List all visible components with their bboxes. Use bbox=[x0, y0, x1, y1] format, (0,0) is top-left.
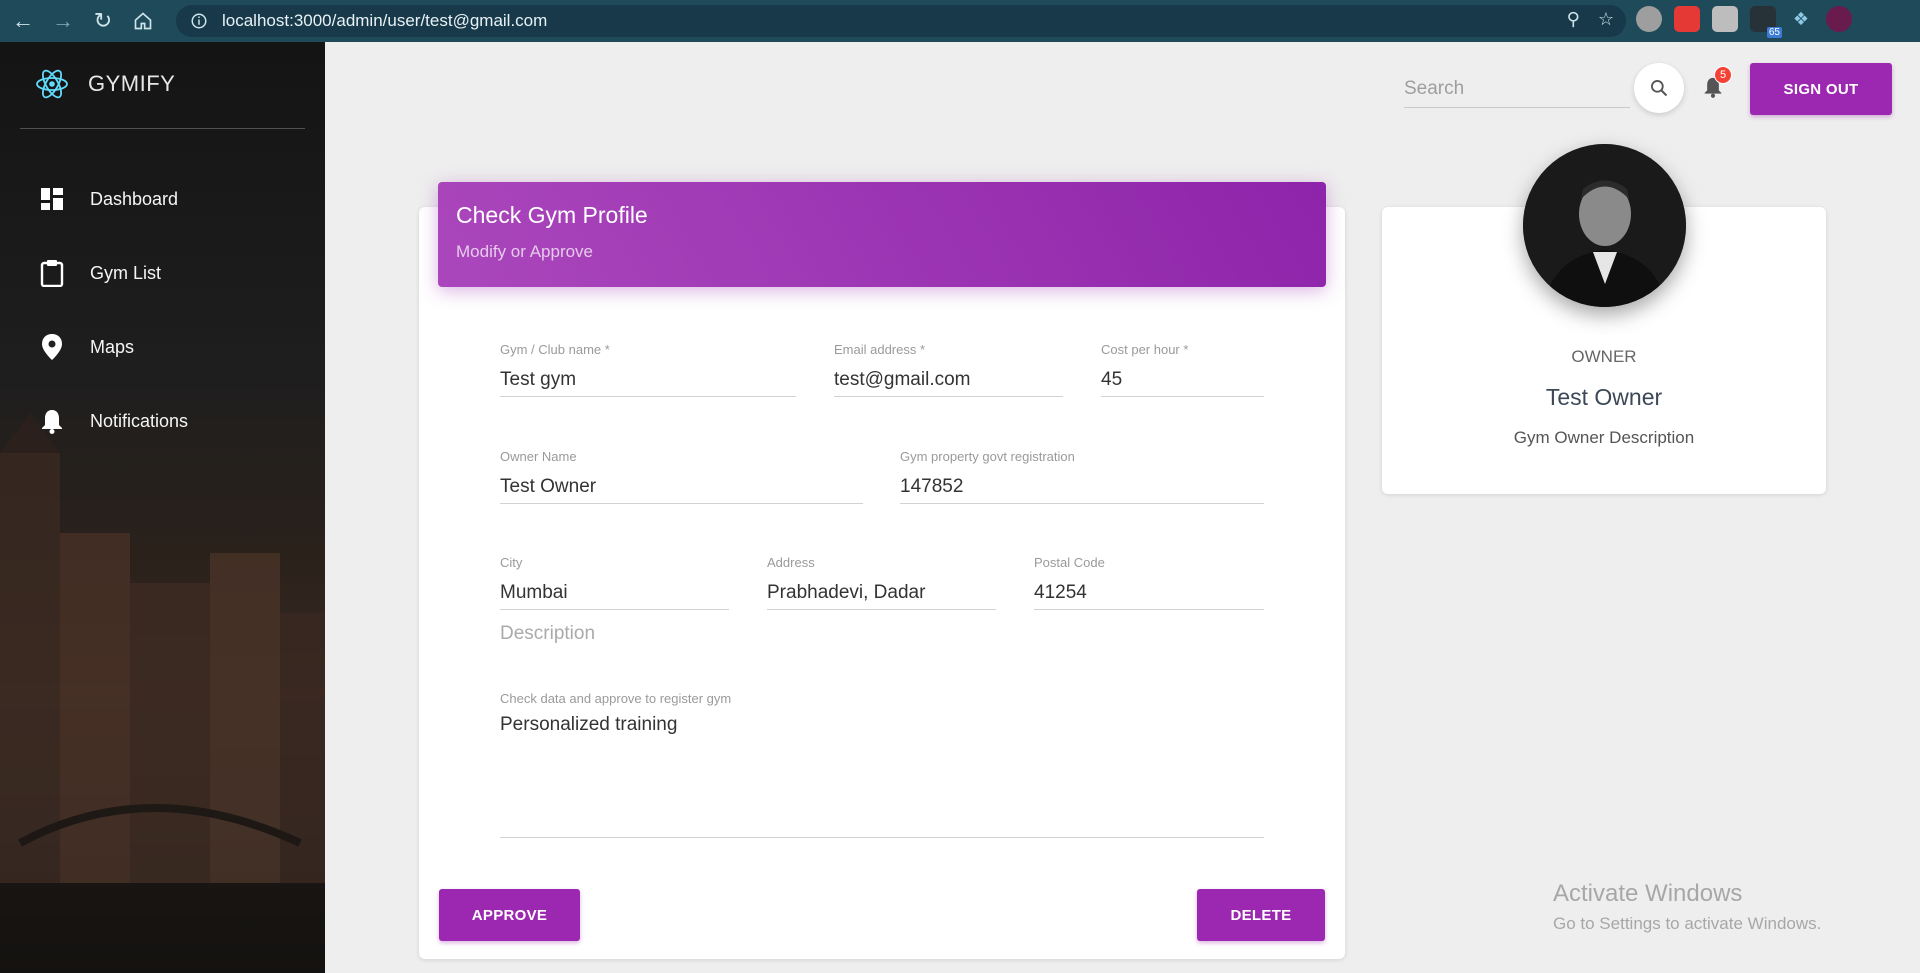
extension-circle-icon[interactable] bbox=[1636, 6, 1662, 32]
search-icon bbox=[1651, 80, 1668, 97]
owner-name-label: Owner Name bbox=[500, 449, 577, 464]
card-header: Check Gym Profile Modify or Approve bbox=[438, 182, 1326, 287]
url-text[interactable]: localhost:3000/admin/user/test@gmail.com bbox=[222, 11, 547, 31]
owner-name-input[interactable]: Test Owner bbox=[500, 472, 863, 504]
owner-name: Test Owner bbox=[1545, 384, 1663, 410]
search-input[interactable] bbox=[1404, 70, 1630, 107]
extension-gray-icon[interactable] bbox=[1712, 6, 1738, 32]
city-label: City bbox=[500, 555, 523, 570]
card-subtitle: Modify or Approve bbox=[456, 242, 594, 261]
extension-badge: 65 bbox=[1766, 27, 1782, 38]
sidebar-item-maps[interactable]: Maps bbox=[0, 310, 325, 384]
description-textarea[interactable]: Personalized training bbox=[500, 714, 1264, 838]
registration-field[interactable]: Gym property govt registration 147852 bbox=[900, 449, 1264, 504]
sidebar-menu: Dashboard Gym List Maps Notifications bbox=[0, 162, 325, 458]
gym-name-label: Gym / Club name * bbox=[500, 342, 610, 357]
postal-code-input[interactable]: 41254 bbox=[1034, 578, 1264, 610]
profile-avatar-icon[interactable] bbox=[1826, 6, 1852, 32]
search-button[interactable] bbox=[1634, 63, 1684, 113]
extension-red-icon[interactable] bbox=[1674, 6, 1700, 32]
email-field[interactable]: Email address * test@gmail.com bbox=[834, 342, 1063, 397]
registration-input[interactable]: 147852 bbox=[900, 472, 1264, 504]
city-field[interactable]: City Mumbai bbox=[500, 555, 729, 610]
brand-name: GYMIFY bbox=[88, 71, 176, 96]
description-label: Description bbox=[500, 623, 596, 644]
card-title: Check Gym Profile bbox=[456, 202, 648, 228]
sidebar-item-notifications[interactable]: Notifications bbox=[0, 384, 325, 458]
sidebar-background-image bbox=[0, 413, 325, 973]
sidebar-item-gym-list[interactable]: Gym List bbox=[0, 236, 325, 310]
textarea-label: Check data and approve to register gym bbox=[500, 691, 732, 706]
cost-label: Cost per hour * bbox=[1101, 342, 1189, 357]
gym-name-input[interactable]: Test gym bbox=[500, 365, 796, 397]
clipboard-icon bbox=[38, 259, 66, 287]
email-input[interactable]: test@gmail.com bbox=[834, 365, 1063, 397]
back-icon[interactable]: ← bbox=[6, 4, 40, 38]
registration-label: Gym property govt registration bbox=[900, 449, 1075, 464]
browser-toolbar: ← → ↻ localhost:3000/admin/user/test@gma… bbox=[0, 0, 1920, 42]
info-icon[interactable] bbox=[188, 10, 210, 32]
sidebar-item-label: Dashboard bbox=[90, 188, 179, 209]
sidebar-item-dashboard[interactable]: Dashboard bbox=[0, 162, 325, 236]
reload-icon[interactable]: ↻ bbox=[86, 4, 120, 38]
address-label: Address bbox=[767, 555, 815, 570]
city-input[interactable]: Mumbai bbox=[500, 578, 729, 610]
sidebar: GYMIFY Dashboard Gym List Maps Notificat bbox=[0, 42, 325, 973]
windows-watermark-subtitle: Go to Settings to activate Windows. bbox=[1553, 914, 1822, 933]
gym-name-field[interactable]: Gym / Club name * Test gym bbox=[500, 342, 796, 397]
forward-icon[interactable]: → bbox=[46, 4, 80, 38]
delete-button[interactable]: DELETE bbox=[1197, 889, 1325, 941]
key-icon[interactable]: ⚲ bbox=[1567, 9, 1580, 30]
address-input[interactable]: Prabhadevi, Dadar bbox=[767, 578, 996, 610]
bell-icon bbox=[38, 407, 66, 435]
address-field[interactable]: Address Prabhadevi, Dadar bbox=[767, 555, 996, 610]
owner-description: Gym Owner Description bbox=[1513, 428, 1695, 447]
home-icon[interactable] bbox=[126, 4, 160, 38]
search-field[interactable] bbox=[1404, 70, 1630, 108]
cost-field[interactable]: Cost per hour * 45 bbox=[1101, 342, 1264, 397]
address-bar[interactable]: localhost:3000/admin/user/test@gmail.com… bbox=[176, 5, 1626, 37]
location-pin-icon bbox=[38, 333, 66, 361]
owner-role: OWNER bbox=[1571, 347, 1637, 366]
windows-watermark-title: Activate Windows bbox=[1553, 880, 1743, 907]
owner-name-field[interactable]: Owner Name Test Owner bbox=[500, 449, 863, 504]
sidebar-divider bbox=[20, 128, 305, 129]
cost-input[interactable]: 45 bbox=[1101, 365, 1264, 397]
puzzle-icon[interactable]: ❖ bbox=[1788, 6, 1814, 32]
dashboard-icon bbox=[38, 185, 66, 213]
postal-code-label: Postal Code bbox=[1034, 555, 1105, 570]
sidebar-item-label: Notifications bbox=[90, 410, 189, 431]
sign-out-button[interactable]: SIGN OUT bbox=[1750, 63, 1892, 115]
sidebar-item-label: Maps bbox=[90, 336, 135, 357]
email-label: Email address * bbox=[834, 342, 926, 357]
brand-logo[interactable]: GYMIFY bbox=[34, 66, 175, 102]
postal-code-field[interactable]: Postal Code 41254 bbox=[1034, 555, 1264, 610]
star-icon[interactable]: ☆ bbox=[1598, 9, 1614, 30]
sidebar-item-label: Gym List bbox=[90, 262, 162, 283]
notification-count-badge: 5 bbox=[1714, 66, 1732, 84]
owner-avatar bbox=[1523, 144, 1686, 307]
extension-counter-icon[interactable]: 65 bbox=[1750, 6, 1782, 38]
approve-button[interactable]: APPROVE bbox=[439, 889, 580, 941]
react-logo-icon bbox=[36, 69, 68, 99]
